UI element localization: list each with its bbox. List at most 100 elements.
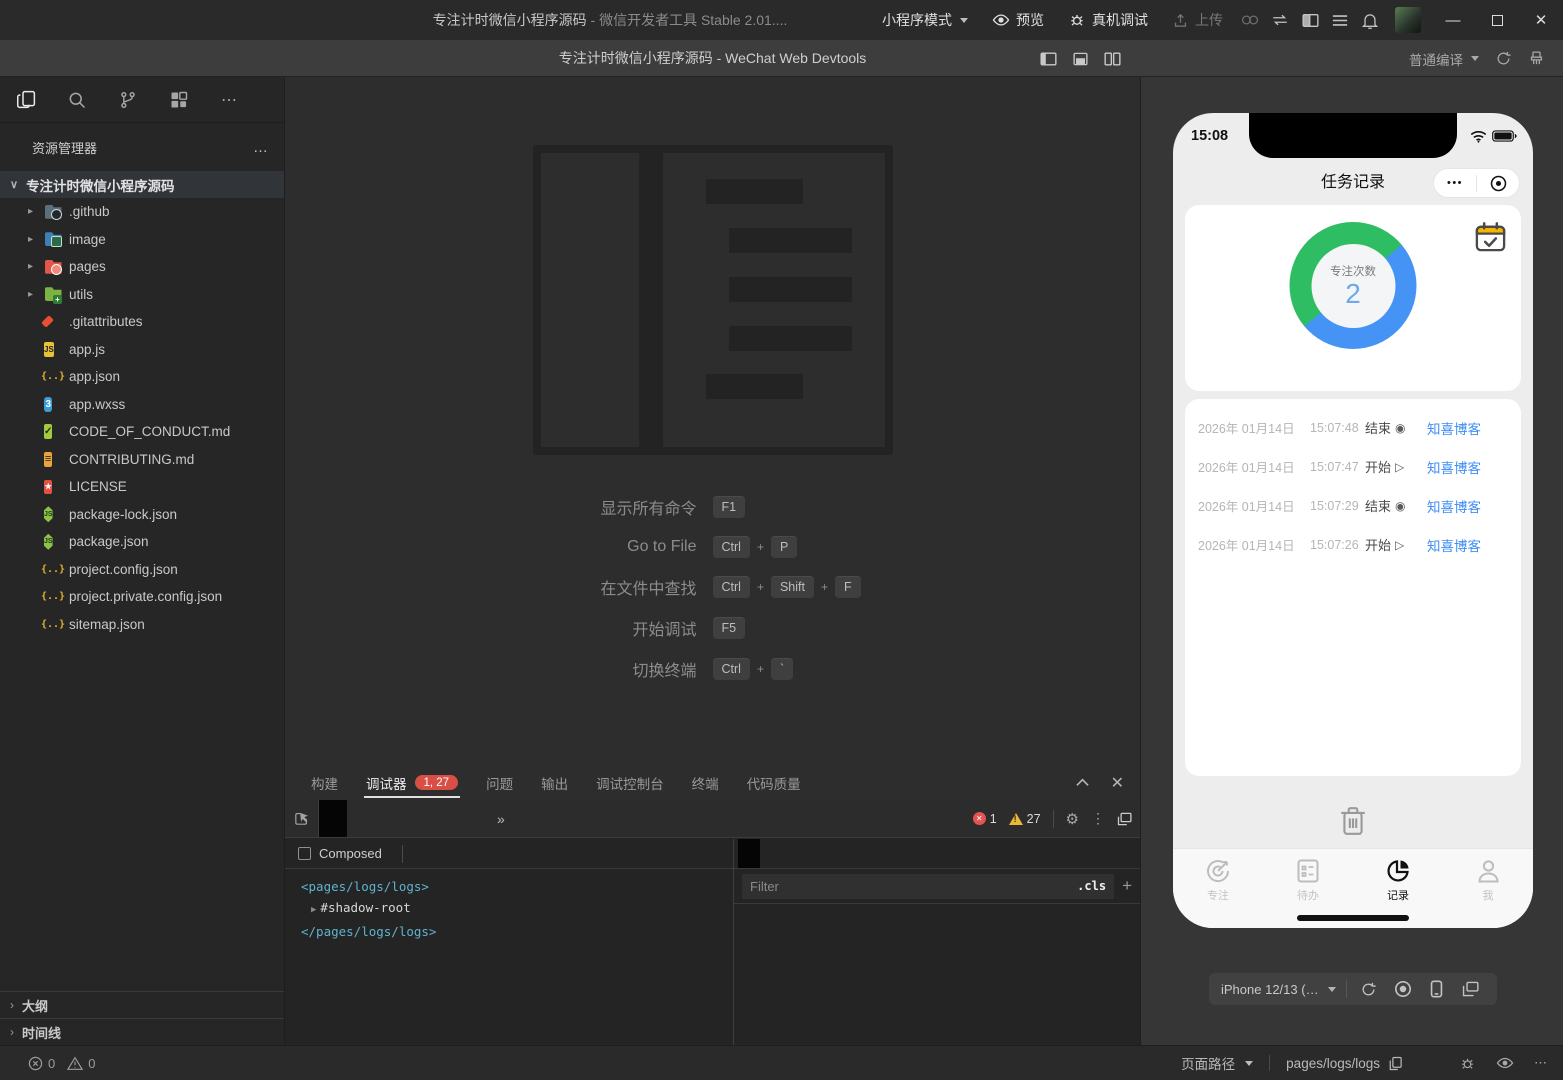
toggle-split-icon[interactable] — [1104, 52, 1121, 66]
devtools-settings-gear-icon[interactable]: ⚙ — [1066, 810, 1079, 828]
tree-item[interactable]: ▸ package.json — [0, 528, 284, 556]
blog-link[interactable]: 知喜博客 — [1427, 457, 1481, 477]
panel-tab[interactable]: 构建 — [297, 765, 352, 800]
remote-debug-button[interactable]: 真机调试 — [1056, 0, 1160, 40]
panel-tab[interactable]: 终端 — [678, 765, 733, 800]
explorer-files-icon[interactable] — [14, 88, 38, 112]
tree-item[interactable]: ▸ pages — [0, 253, 284, 281]
tree-item[interactable]: ▸ project.config.json — [0, 556, 284, 584]
element-close-tag[interactable]: </pages/logs/logs> — [301, 921, 733, 942]
multi-window-icon[interactable] — [1459, 981, 1483, 997]
preview-button[interactable]: 预览 — [980, 0, 1056, 40]
visibility-eye-icon[interactable] — [1496, 1055, 1514, 1071]
toggle-sidebar-icon[interactable] — [1040, 52, 1057, 66]
inspect-element-icon[interactable] — [285, 800, 319, 837]
blog-link[interactable]: 知喜博客 — [1427, 535, 1481, 555]
tree-item[interactable]: ▸ package-lock.json — [0, 501, 284, 529]
problems-warnings[interactable]: 0 — [67, 1056, 95, 1071]
collapse-panel-icon[interactable] — [1076, 778, 1089, 787]
tree-item[interactable]: ▸ app.js — [0, 336, 284, 364]
source-control-icon[interactable] — [116, 88, 140, 112]
hamburger-menu-icon[interactable] — [1325, 0, 1355, 40]
clear-records-trash-icon[interactable] — [1173, 806, 1533, 836]
tree-item[interactable]: ▸ app.json — [0, 363, 284, 391]
tree-item[interactable]: ▸ app.wxss — [0, 391, 284, 419]
devtools-tab[interactable] — [431, 800, 459, 837]
shadow-root-node[interactable]: ▶#shadow-root — [301, 897, 733, 921]
devtools-tab[interactable] — [403, 800, 431, 837]
restart-icon[interactable] — [1357, 981, 1381, 998]
blog-link[interactable]: 知喜博客 — [1427, 496, 1481, 516]
tree-item[interactable]: ▸ .github — [0, 198, 284, 226]
device-selector[interactable]: iPhone 12/13 (… — [1221, 982, 1336, 997]
close-button[interactable]: ✕ — [1519, 0, 1563, 40]
element-open-tag[interactable]: <pages/logs/logs> — [301, 876, 733, 897]
tab-me[interactable]: 我 — [1443, 849, 1533, 928]
tree-item[interactable]: ▸ utils — [0, 281, 284, 309]
vconsole-bug-icon[interactable] — [1459, 1055, 1476, 1072]
devtools-tab[interactable] — [319, 800, 347, 837]
problems-errors[interactable]: 0 — [28, 1056, 55, 1071]
device-frame-icon[interactable] — [1425, 980, 1449, 998]
bell-icon[interactable] — [1355, 0, 1385, 40]
panel-tab[interactable]: 调试控制台 — [582, 765, 678, 800]
tab-focus[interactable]: 专注 — [1173, 849, 1263, 928]
blog-link[interactable]: 知喜博客 — [1427, 418, 1481, 438]
mini-program-mode-dropdown[interactable]: 小程序模式 — [870, 0, 980, 40]
refresh-icon[interactable] — [1495, 50, 1512, 67]
styles-filter-input[interactable] — [750, 879, 1069, 894]
panel-tab[interactable]: 输出 — [527, 765, 582, 800]
styles-tab[interactable] — [760, 839, 782, 868]
styles-tab[interactable] — [782, 839, 804, 868]
new-style-rule-button[interactable]: + — [1122, 876, 1132, 896]
panel-tab[interactable]: 问题 — [472, 765, 527, 800]
toggle-class-button[interactable]: .cls — [1077, 879, 1106, 893]
panel-tab[interactable]: 代码质量 — [733, 765, 815, 800]
devtools-tab[interactable] — [347, 800, 375, 837]
tree-item[interactable]: ▸ LICENSE — [0, 473, 284, 501]
calendar-icon[interactable] — [1473, 220, 1508, 255]
tree-item[interactable]: ▸ CONTRIBUTING.md — [0, 446, 284, 474]
tree-item[interactable]: ▸ project.private.config.json — [0, 583, 284, 611]
error-count[interactable]: ✕1 — [973, 812, 997, 826]
warning-count[interactable]: 27 — [1009, 812, 1041, 826]
swap-icon[interactable] — [1265, 0, 1295, 40]
extensions-icon[interactable] — [167, 88, 191, 112]
more-tabs-icon[interactable]: » — [487, 811, 515, 827]
clear-cache-icon[interactable] — [1528, 50, 1545, 67]
tree-item[interactable]: ▸ CODE_OF_CONDUCT.md — [0, 418, 284, 446]
keycap: Ctrl — [713, 576, 750, 598]
copy-icon[interactable] — [1388, 1056, 1403, 1071]
more-menu-icon[interactable]: ••• — [1434, 177, 1476, 189]
explorer-more-icon[interactable]: … — [253, 139, 270, 156]
search-icon[interactable] — [65, 88, 89, 112]
link-icon[interactable] — [1235, 0, 1265, 40]
maximize-button[interactable] — [1475, 0, 1519, 40]
upload-button[interactable]: 上传 — [1160, 0, 1235, 40]
devtools-tab[interactable] — [459, 800, 487, 837]
stop-record-icon[interactable] — [1391, 980, 1415, 998]
more-actions-icon[interactable]: ⋯ — [218, 88, 242, 112]
tree-item[interactable]: ▸ image — [0, 226, 284, 254]
minimize-button[interactable]: — — [1431, 0, 1475, 40]
styles-tab[interactable] — [804, 839, 826, 868]
tree-item[interactable]: ▸ .gitattributes — [0, 308, 284, 336]
undock-icon[interactable] — [1117, 812, 1132, 826]
layout-icon[interactable] — [1295, 0, 1325, 40]
tree-item[interactable]: ▸ sitemap.json — [0, 611, 284, 639]
user-avatar[interactable] — [1395, 7, 1421, 33]
toggle-simulator-icon[interactable] — [1073, 52, 1088, 66]
compile-mode-dropdown[interactable]: 普通编译 — [1409, 49, 1479, 69]
project-root-row[interactable]: ∨ 专注计时微信小程序源码 — [0, 171, 284, 198]
page-path-selector[interactable]: 页面路径 — [1181, 1053, 1253, 1073]
outline-section[interactable]: › 大纲 — [0, 991, 284, 1018]
close-panel-icon[interactable]: ✕ — [1111, 773, 1124, 793]
timeline-section[interactable]: › 时间线 — [0, 1018, 284, 1045]
minimize-circle-icon[interactable] — [1477, 175, 1519, 192]
devtools-tab[interactable] — [375, 800, 403, 837]
more-options-icon[interactable]: ⋯ — [1534, 1055, 1549, 1071]
composed-checkbox[interactable] — [298, 847, 311, 860]
styles-tab[interactable] — [738, 839, 760, 868]
devtools-kebab-menu-icon[interactable]: ⋮ — [1091, 810, 1105, 827]
panel-tab[interactable]: 调试器 1, 27 — [352, 765, 472, 800]
